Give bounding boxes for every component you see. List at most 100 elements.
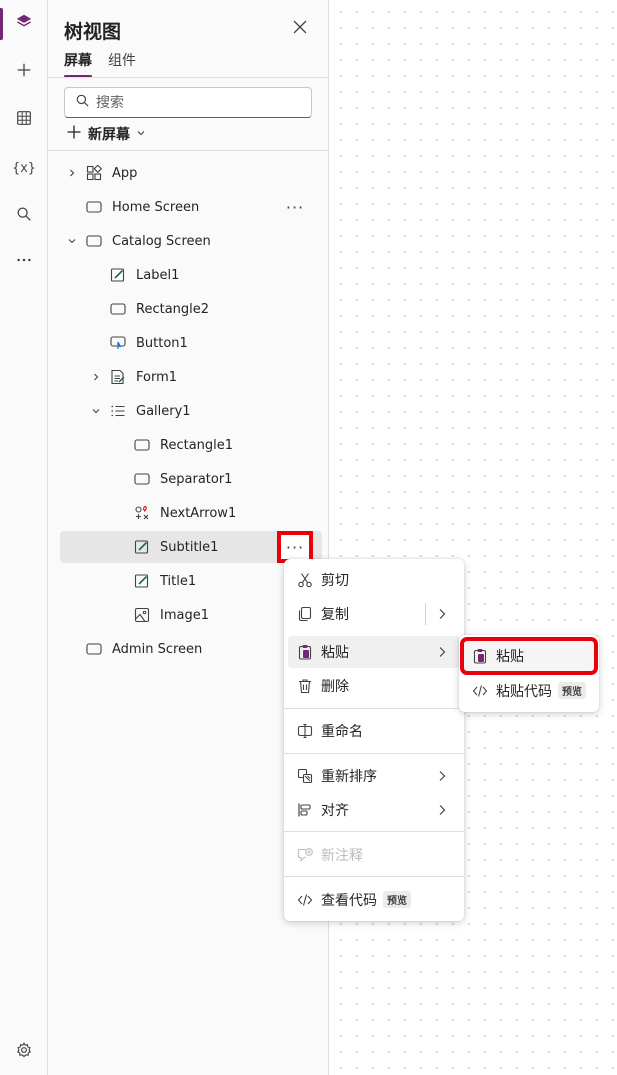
tree-item-label: Admin Screen: [112, 641, 203, 657]
tree-item-label: Rectangle1: [160, 437, 234, 453]
more-icon: ···: [285, 537, 305, 557]
rail-tree-view-button[interactable]: [4, 4, 44, 44]
app-icon: [85, 164, 103, 182]
rectangle-icon: [133, 436, 151, 454]
tab-components[interactable]: 组件: [108, 52, 136, 78]
table-icon: [15, 109, 33, 131]
plus-icon: [66, 124, 82, 144]
search-icon: [15, 205, 33, 227]
tree-item-rectangle2[interactable]: Rectangle2: [60, 293, 322, 325]
search-icon: [75, 93, 90, 112]
more-options-button[interactable]: ···: [277, 531, 313, 563]
icon-control-icon: [133, 504, 151, 522]
new-screen-button[interactable]: 新屏幕: [66, 124, 146, 144]
close-panel-button[interactable]: [290, 19, 310, 39]
split-divider: [425, 603, 426, 625]
rail-variables-button[interactable]: {x}: [4, 148, 44, 188]
tree-item-label: Label1: [136, 267, 180, 283]
variables-icon: {x}: [12, 160, 36, 176]
menu-item-copy[interactable]: 复制: [288, 598, 460, 630]
chevron-right-icon[interactable]: [90, 371, 102, 383]
paste-code-text: 粘贴代码: [496, 684, 552, 700]
menu-item-label: 粘贴: [321, 645, 349, 661]
paste-icon: [471, 647, 489, 665]
tree-item-label1[interactable]: Label1: [60, 259, 322, 291]
tree-item-label: Separator1: [160, 471, 233, 487]
code-icon: [471, 682, 489, 700]
gallery-icon: [109, 402, 127, 420]
more-options-button[interactable]: ···: [281, 195, 309, 219]
app-root: {x} 树视图 屏幕 组件 搜索 新屏幕 App Home Screen ···…: [0, 0, 617, 1075]
tabs-divider: [48, 77, 329, 78]
rail-search-button[interactable]: [4, 196, 44, 236]
tree-item-app[interactable]: App: [60, 157, 322, 189]
menu-separator: [284, 753, 464, 754]
tree-item-label: Form1: [136, 369, 178, 385]
rail-more-button[interactable]: [4, 242, 44, 282]
menu-item-rename[interactable]: 重命名: [288, 715, 460, 747]
tree-item-label: Title1: [160, 573, 197, 589]
menu-item-label: 剪切: [321, 573, 349, 589]
tree-item-form1[interactable]: Form1: [60, 361, 322, 393]
chevron-right-icon[interactable]: [66, 167, 78, 179]
form-icon: [109, 368, 127, 386]
tree-item-admin-screen[interactable]: Admin Screen: [60, 633, 322, 665]
rail-insert-button[interactable]: [4, 52, 44, 92]
plus-icon: [15, 61, 33, 83]
tree-item-label: NextArrow1: [160, 505, 237, 521]
rail-settings-button[interactable]: [4, 1032, 44, 1072]
gear-icon: [15, 1041, 33, 1063]
menu-item-delete[interactable]: 删除: [288, 670, 460, 702]
chevron-down-icon[interactable]: [66, 235, 78, 247]
tree-item-nextarrow1[interactable]: NextArrow1: [60, 497, 322, 529]
chevron-down-icon[interactable]: [90, 405, 102, 417]
menu-item-paste[interactable]: 粘贴: [288, 636, 460, 668]
menu-item-align[interactable]: 对齐: [288, 794, 460, 826]
layers-icon: [15, 13, 33, 35]
view-code-text: 查看代码: [321, 893, 377, 909]
menu-item-label: 新注释: [321, 848, 363, 864]
copy-icon: [296, 605, 314, 623]
panel-tabs: 屏幕 组件: [64, 52, 136, 78]
tree-item-title1[interactable]: Title1: [60, 565, 322, 597]
tree-item-separator1[interactable]: Separator1: [60, 463, 322, 495]
more-icon: ···: [285, 197, 305, 217]
chevron-right-icon[interactable]: [436, 608, 448, 620]
menu-item-cut[interactable]: 剪切: [288, 564, 460, 596]
search-input[interactable]: [96, 94, 296, 111]
tree-item-home-screen[interactable]: Home Screen ···: [60, 191, 322, 223]
preview-badge: 预览: [383, 891, 411, 908]
screen-icon: [85, 232, 103, 250]
submenu-item-label: 粘贴: [496, 649, 524, 665]
more-icon: [15, 251, 33, 273]
menu-item-label: 复制: [321, 607, 349, 623]
menu-item-view-code[interactable]: 查看代码 预览: [288, 884, 460, 916]
tree-item-label: Catalog Screen: [112, 233, 211, 249]
tree-item-gallery1[interactable]: Gallery1: [60, 395, 322, 427]
submenu-item-paste-code[interactable]: 粘贴代码 预览: [463, 675, 595, 707]
menu-separator: [284, 831, 464, 832]
tree-item-label: Rectangle2: [136, 301, 210, 317]
menu-item-label: 删除: [321, 679, 349, 695]
tree-item-catalog-screen[interactable]: Catalog Screen: [60, 225, 322, 257]
rail-data-button[interactable]: [4, 100, 44, 140]
new-screen-label: 新屏幕: [88, 127, 130, 143]
submenu-item-paste[interactable]: 粘贴: [460, 637, 598, 675]
menu-item-label: 查看代码 预览: [321, 890, 411, 910]
chevron-down-icon: [136, 126, 146, 142]
panel-divider: [48, 150, 329, 151]
tree-item-rectangle1[interactable]: Rectangle1: [60, 429, 322, 461]
rectangle-icon: [133, 470, 151, 488]
menu-item-label: 对齐: [321, 803, 349, 819]
menu-item-reorder[interactable]: 重新排序: [288, 760, 460, 792]
label-edit-icon: [133, 538, 151, 556]
tree-item-label: Gallery1: [136, 403, 191, 419]
tree-item-subtitle1[interactable]: Subtitle1 ···: [60, 531, 322, 563]
tree-item-image1[interactable]: Image1: [60, 599, 322, 631]
label-edit-icon: [133, 572, 151, 590]
tab-screens[interactable]: 屏幕: [64, 52, 92, 78]
paste-icon: [296, 643, 314, 661]
label-edit-icon: [109, 266, 127, 284]
menu-item-new-comment: 新注释: [288, 839, 460, 871]
tree-item-button1[interactable]: Button1: [60, 327, 322, 359]
